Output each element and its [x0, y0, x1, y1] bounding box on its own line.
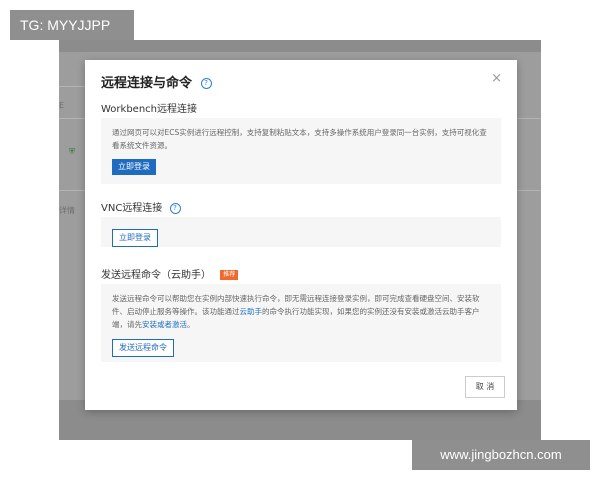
dialog-title-text: 远程连接与命令 [101, 76, 193, 91]
vnc-section: 立即登录 [101, 217, 501, 247]
remote-command-title-text: 发送远程命令（云助手） [101, 270, 211, 281]
shield-icon: ⛨ [69, 147, 75, 156]
bg-divider [59, 190, 85, 191]
workbench-description: 通过网页可以对ECS实例进行远程控制，支持复制粘贴文本，支持多操作系统用户登录同… [112, 128, 487, 150]
description-text: 。 [187, 320, 195, 329]
recommend-badge: 推荐 [220, 270, 239, 280]
send-remote-command-button[interactable]: 发送远程命令 [112, 339, 174, 357]
tg-badge: TG: MYYJJPP [10, 10, 134, 40]
bg-partial-text: 详情 [59, 206, 75, 215]
workbench-section-title: Workbench远程连接 [101, 104, 197, 115]
remote-command-description: 发送远程命令可以帮助您在实例内部快速执行命令，即无需远程连接登录实例，即可完成查… [112, 292, 489, 331]
bg-divider [59, 86, 85, 87]
cancel-button[interactable]: 取 消 [465, 376, 505, 398]
remote-connection-dialog: 远程连接与命令 ? × Workbench远程连接 通过网页可以对ECS实例进行… [85, 60, 517, 410]
vnc-title-text: VNC远程连接 [101, 203, 163, 214]
bg-partial-text: E [59, 101, 65, 110]
watermark: www.jingbozhcn.com [412, 440, 590, 470]
cloud-assistant-link[interactable]: 云助手 [240, 307, 263, 316]
close-icon[interactable]: × [491, 71, 502, 86]
bg-divider [59, 118, 85, 119]
workbench-login-button[interactable]: 立即登录 [112, 159, 156, 175]
install-activate-link[interactable]: 安装或者激活 [142, 320, 187, 329]
remote-command-section-title: 发送远程命令（云助手） 推荐 [101, 266, 239, 281]
vnc-login-button[interactable]: 立即登录 [112, 229, 158, 247]
help-icon[interactable]: ? [169, 202, 181, 214]
workbench-section: 通过网页可以对ECS实例进行远程控制，支持复制粘贴文本，支持多操作系统用户登录同… [101, 118, 501, 184]
remote-command-section: 发送远程命令可以帮助您在实例内部快速执行命令，即无需远程连接登录实例，即可完成查… [101, 284, 501, 362]
bg-divider [516, 118, 541, 119]
help-icon[interactable]: ? [200, 78, 212, 89]
dialog-title: 远程连接与命令 ? [101, 72, 212, 91]
vnc-section-title: VNC远程连接 ? [101, 199, 181, 214]
bg-divider [516, 190, 541, 191]
